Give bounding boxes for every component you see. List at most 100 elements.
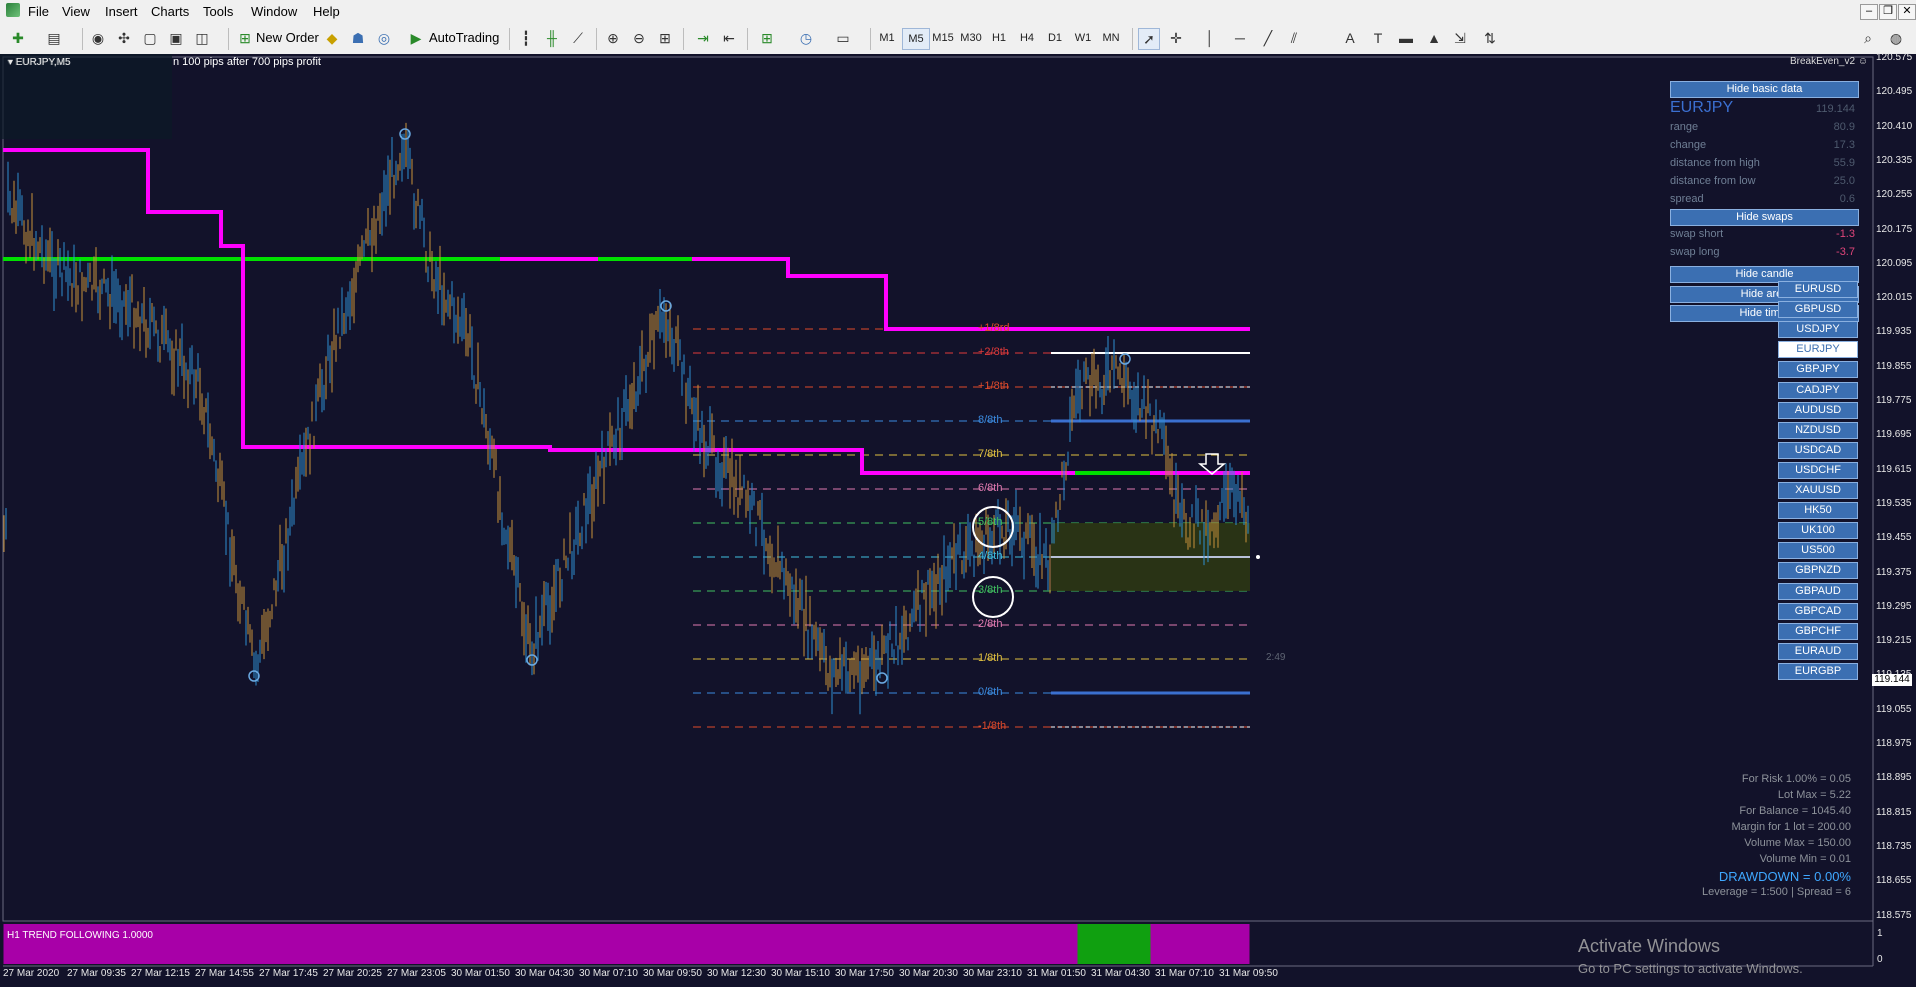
price-tick: 119.615 [1876, 463, 1912, 475]
auto-scroll-icon[interactable]: ⇥ [693, 28, 713, 48]
price-tick: 120.095 [1876, 257, 1913, 269]
timeframe-m1[interactable]: M1 [874, 28, 900, 48]
timeframe-m30[interactable]: M30 [958, 28, 984, 48]
price-tick: 118.735 [1876, 840, 1912, 852]
menu-insert[interactable]: Insert [105, 4, 138, 19]
horizontal-line-icon[interactable]: ─ [1230, 28, 1250, 48]
text-label-icon[interactable]: T [1368, 28, 1388, 48]
time-tick: 27 Mar 14:55 [195, 968, 254, 979]
chart-window[interactable]: ▾ EURJPY,M5 ▾ EURJPY,M5 n 100 pips after… [0, 52, 1916, 987]
cursor-icon[interactable]: ➚ [1138, 28, 1160, 50]
new-order-button[interactable]: New Order [253, 28, 322, 48]
symbol-button-eurgbp[interactable]: EURGBP [1778, 662, 1858, 680]
symbol-button-eurusd[interactable]: EURUSD [1778, 281, 1858, 298]
swap-long-label: swap long [1670, 246, 1720, 258]
price-tick: 119.375 [1876, 566, 1912, 578]
symbol-button-gbpaud[interactable]: GBPAUD [1778, 582, 1858, 600]
symbol-button-audusd[interactable]: AUDUSD [1778, 401, 1858, 419]
channel-icon[interactable]: ⫽ [1284, 28, 1304, 48]
activate-windows-subtitle: Go to PC settings to activate Windows. [1578, 961, 1803, 976]
tile-windows-icon[interactable]: ⊞ [655, 28, 675, 48]
symbol-button-gbpchf[interactable]: GBPCHF [1778, 622, 1858, 640]
price-tick: 119.295 [1876, 600, 1912, 612]
menu-help[interactable]: Help [313, 4, 340, 19]
margin-line: Margin for 1 lot = 200.00 [1731, 821, 1851, 833]
symbol-button-euraud[interactable]: EURAUD [1778, 642, 1858, 660]
murrey-level-label: 0/8th [978, 686, 1003, 698]
symbol-button-uk100[interactable]: UK100 [1778, 522, 1858, 540]
timeframe-h1[interactable]: H1 [986, 28, 1012, 48]
symbol-button-usdchf[interactable]: USDCHF [1778, 461, 1858, 479]
symbol-button-nzdusd[interactable]: NZDUSD [1778, 421, 1858, 439]
symbol-button-usdjpy[interactable]: USDJPY [1778, 321, 1858, 339]
time-tick: 30 Mar 04:30 [515, 968, 574, 979]
symbol-button-gbpcad[interactable]: GBPCAD [1778, 602, 1858, 620]
menu-tools[interactable]: Tools [203, 4, 233, 19]
timeframe-w1[interactable]: W1 [1070, 28, 1096, 48]
close-icon[interactable]: ✕ [1898, 4, 1916, 20]
text-icon[interactable]: A [1340, 28, 1360, 48]
new-order-icon[interactable]: ⊞ [235, 28, 255, 48]
autotrading-button[interactable]: AutoTrading [426, 28, 502, 48]
zoom-in-icon[interactable]: ⊕ [603, 28, 623, 48]
price-chart[interactable] [0, 54, 1916, 987]
line-chart-icon[interactable]: ⟋ [568, 28, 588, 48]
timeframe-m5[interactable]: M5 [902, 28, 930, 50]
toolbar: ✚ ▤ ◉ ✣ ▢ ▣ ◫ ⊞ New Order ◆ ☗ ◎ ▶ AutoTr… [0, 22, 1916, 55]
candlestick-icon[interactable]: ╫ [542, 28, 562, 48]
signals-icon[interactable]: ☗ [348, 28, 368, 48]
market-icon[interactable]: ◎ [374, 28, 394, 48]
hide-basic-data-button[interactable]: Hide basic data [1670, 81, 1859, 98]
terminal-icon[interactable]: ▣ [166, 28, 186, 48]
tester-icon[interactable]: ◫ [192, 28, 212, 48]
community-icon[interactable]: ◍ [1886, 28, 1906, 48]
murrey-level-label: 2/8th [978, 618, 1003, 630]
timeframe-m15[interactable]: M15 [930, 28, 956, 48]
symbol-button-usdcad[interactable]: USDCAD [1778, 441, 1858, 459]
restore-icon[interactable]: ❐ [1879, 4, 1897, 20]
menu-charts[interactable]: Charts [151, 4, 189, 19]
navigator-icon[interactable]: ▢ [140, 28, 160, 48]
hide-swaps-button[interactable]: Hide swaps [1670, 209, 1859, 226]
zoom-out-icon[interactable]: ⊖ [629, 28, 649, 48]
price-tick: 120.495 [1876, 86, 1913, 98]
symbol-button-gbpnzd[interactable]: GBPNZD [1778, 562, 1858, 580]
crosshair-icon[interactable]: ✛ [1166, 28, 1186, 48]
symbol-button-hk50[interactable]: HK50 [1778, 502, 1858, 520]
menu-window[interactable]: Window [251, 4, 297, 19]
rectangle-icon[interactable]: ▬ [1396, 28, 1416, 48]
chart-shift-icon[interactable]: ⇤ [719, 28, 739, 48]
timeframe-h4[interactable]: H4 [1014, 28, 1040, 48]
shapes-icon[interactable]: ⇅ [1480, 28, 1500, 48]
symbol-button-gbpjpy[interactable]: GBPJPY [1778, 361, 1858, 379]
timeframe-d1[interactable]: D1 [1042, 28, 1068, 48]
market-watch-icon[interactable]: ◉ [88, 28, 108, 48]
time-tick: 31 Mar 04:30 [1091, 968, 1150, 979]
price-tick: 118.815 [1876, 806, 1912, 818]
indicators-icon[interactable]: ⊞ [757, 28, 777, 48]
timeframe-mn[interactable]: MN [1098, 28, 1124, 48]
arrows-icon[interactable]: ⇲ [1450, 28, 1470, 48]
profiles-icon[interactable]: ▤ [44, 28, 64, 48]
search-icon[interactable]: ⌕ [1858, 28, 1878, 48]
risk-line: For Risk 1.00% = 0.05 [1741, 773, 1851, 785]
trendline-icon[interactable]: ╱ [1258, 28, 1278, 48]
minimize-icon[interactable]: – [1860, 4, 1878, 20]
symbol-button-cadjpy[interactable]: CADJPY [1778, 381, 1858, 399]
autotrading-icon[interactable]: ▶ [406, 28, 426, 48]
symbol-button-us500[interactable]: US500 [1778, 542, 1858, 560]
templates-icon[interactable]: ▭ [833, 28, 853, 48]
new-chart-icon[interactable]: ✚ [8, 28, 28, 48]
symbol-button-gbpusd[interactable]: GBPUSD [1778, 301, 1858, 319]
periods-icon[interactable]: ◷ [796, 28, 816, 48]
symbol-button-xauusd[interactable]: XAUUSD [1778, 482, 1858, 499]
app-icon[interactable] [6, 3, 20, 17]
symbol-button-eurjpy[interactable]: EURJPY [1778, 341, 1858, 359]
menu-view[interactable]: View [62, 4, 90, 19]
vertical-line-icon[interactable]: │ [1200, 28, 1220, 48]
triangle-icon[interactable]: ▲ [1424, 28, 1444, 48]
data-window-icon[interactable]: ✣ [114, 28, 134, 48]
menu-file[interactable]: File [28, 4, 49, 19]
metaeditor-icon[interactable]: ◆ [322, 28, 342, 48]
bar-chart-icon[interactable]: ┇ [516, 28, 536, 48]
